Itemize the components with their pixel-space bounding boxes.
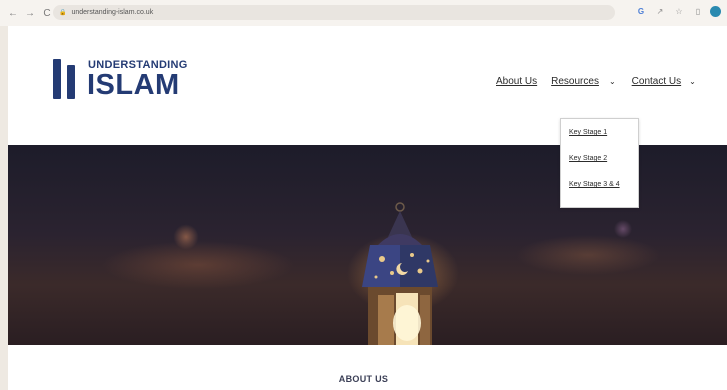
nav-about-us[interactable]: About Us [496, 76, 537, 87]
reload-icon[interactable]: C [40, 6, 54, 20]
chevron-down-icon[interactable]: ⌄ [689, 77, 696, 86]
logo-mark-icon [53, 59, 83, 99]
section-heading: ABOUT US [338, 374, 389, 384]
browser-actions: G ↗ ☆ ▯ [627, 6, 721, 17]
address-bar[interactable]: 🔒 understanding-islam.co.uk [53, 5, 615, 20]
dropdown-item-key-stage-2[interactable]: Key Stage 2 [569, 155, 638, 181]
dropdown-item-key-stage-3-4[interactable]: Key Stage 3 & 4 [569, 181, 638, 207]
profile-avatar[interactable] [710, 6, 721, 17]
nav-contact-us[interactable]: Contact Us [632, 76, 681, 87]
sidebar-icon[interactable]: ▯ [693, 7, 703, 16]
resources-dropdown: Key Stage 1 Key Stage 2 Key Stage 3 & 4 [560, 118, 639, 208]
browser-toolbar: ← → C 🔒 understanding-islam.co.uk G ↗ ☆ … [0, 0, 727, 26]
back-icon[interactable]: ← [6, 6, 20, 20]
main-navigation: About Us Resources ⌄ Contact Us ⌄ [496, 74, 696, 88]
lock-icon: 🔒 [59, 10, 67, 16]
logo-text-line2: ISLAM [87, 69, 180, 101]
share-icon[interactable]: ↗ [655, 7, 665, 16]
site-logo[interactable]: UNDERSTANDING ISLAM [53, 55, 243, 105]
forward-icon[interactable]: → [23, 6, 37, 20]
google-icon[interactable]: G [636, 7, 646, 16]
chevron-down-icon[interactable]: ⌄ [609, 77, 616, 86]
bookmark-star-icon[interactable]: ☆ [674, 7, 684, 16]
nav-resources[interactable]: Resources [551, 76, 599, 87]
dropdown-item-key-stage-1[interactable]: Key Stage 1 [569, 129, 638, 155]
lantern-illustration [362, 202, 438, 345]
address-url[interactable]: understanding-islam.co.uk [71, 9, 153, 16]
